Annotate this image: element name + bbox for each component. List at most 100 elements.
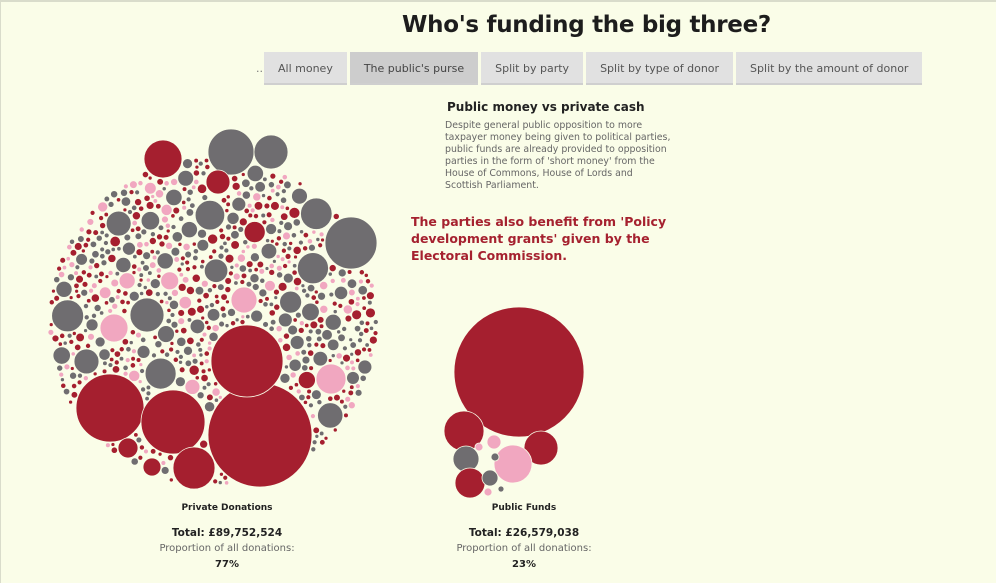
donation-bubble[interactable] bbox=[320, 237, 325, 243]
donation-bubble[interactable] bbox=[347, 389, 355, 397]
donation-bubble[interactable] bbox=[364, 278, 371, 285]
donation-bubble[interactable] bbox=[138, 277, 144, 283]
donation-bubble[interactable] bbox=[343, 412, 349, 419]
donation-bubble[interactable] bbox=[339, 360, 345, 366]
donation-bubble[interactable] bbox=[182, 242, 191, 252]
donation-bubble[interactable] bbox=[195, 341, 202, 348]
donation-bubble[interactable] bbox=[122, 183, 129, 190]
donation-bubble[interactable] bbox=[92, 371, 98, 377]
donation-bubble[interactable] bbox=[166, 295, 173, 302]
donation-bubble[interactable] bbox=[156, 178, 164, 186]
donation-bubble[interactable] bbox=[68, 399, 74, 405]
donation-bubble[interactable] bbox=[224, 323, 230, 329]
donation-bubble[interactable] bbox=[129, 362, 137, 369]
donation-bubble[interactable] bbox=[157, 451, 163, 457]
donation-bubble[interactable] bbox=[316, 399, 323, 406]
donation-bubble[interactable] bbox=[177, 317, 186, 326]
donation-bubble[interactable] bbox=[205, 324, 212, 331]
donation-bubble[interactable] bbox=[283, 221, 293, 232]
donation-bubble[interactable] bbox=[294, 285, 300, 292]
donation-bubble[interactable] bbox=[135, 436, 143, 444]
donation-bubble[interactable] bbox=[110, 190, 119, 199]
donation-bubble[interactable] bbox=[328, 291, 335, 298]
donation-bubble[interactable] bbox=[97, 201, 109, 213]
donation-bubble[interactable] bbox=[183, 345, 193, 356]
donation-bubble[interactable] bbox=[366, 347, 373, 353]
donation-bubble[interactable] bbox=[111, 302, 119, 310]
donation-bubble[interactable] bbox=[337, 302, 344, 309]
donation-bubble[interactable] bbox=[85, 228, 93, 236]
donation-bubble[interactable] bbox=[319, 342, 327, 350]
donation-bubble[interactable] bbox=[83, 328, 88, 334]
donation-bubble[interactable] bbox=[140, 228, 148, 236]
donation-bubble[interactable] bbox=[355, 295, 361, 302]
donation-bubble[interactable] bbox=[173, 256, 180, 263]
donation-bubble[interactable] bbox=[284, 252, 292, 260]
donation-bubble[interactable] bbox=[103, 300, 110, 306]
donation-bubble[interactable] bbox=[312, 350, 329, 367]
donation-bubble[interactable] bbox=[136, 282, 143, 288]
donation-bubble[interactable] bbox=[137, 379, 143, 385]
donation-bubble[interactable] bbox=[92, 229, 100, 236]
donation-bubble[interactable] bbox=[122, 290, 129, 297]
donation-bubble[interactable] bbox=[227, 270, 234, 277]
donation-bubble[interactable] bbox=[292, 276, 303, 287]
donation-bubble[interactable] bbox=[269, 216, 276, 223]
donation-bubble[interactable] bbox=[177, 309, 186, 317]
donation-bubble[interactable] bbox=[236, 253, 246, 263]
donation-bubble[interactable] bbox=[194, 200, 226, 231]
donation-bubble[interactable] bbox=[184, 250, 193, 259]
donation-bubble[interactable] bbox=[98, 286, 112, 299]
donation-bubble[interactable] bbox=[119, 298, 126, 306]
donation-bubble[interactable] bbox=[203, 258, 229, 283]
donation-bubble[interactable] bbox=[144, 181, 157, 195]
donation-bubble[interactable] bbox=[74, 288, 80, 294]
donation-bubble[interactable] bbox=[294, 350, 301, 357]
funding-bubble[interactable] bbox=[486, 434, 502, 450]
donation-bubble[interactable] bbox=[74, 264, 81, 271]
donation-bubble[interactable] bbox=[118, 356, 125, 362]
donation-bubble[interactable] bbox=[211, 248, 218, 255]
donation-bubble[interactable] bbox=[225, 194, 231, 200]
donation-bubble[interactable] bbox=[60, 382, 67, 389]
donation-bubble[interactable] bbox=[253, 266, 259, 273]
donation-bubble[interactable] bbox=[300, 283, 306, 289]
donation-bubble[interactable] bbox=[308, 365, 314, 372]
donation-bubble[interactable] bbox=[86, 298, 92, 304]
donation-bubble[interactable] bbox=[358, 330, 365, 337]
donation-bubble[interactable] bbox=[110, 278, 120, 288]
donation-bubble[interactable] bbox=[306, 342, 313, 349]
donation-bubble[interactable] bbox=[177, 282, 187, 292]
donation-bubble[interactable] bbox=[365, 307, 376, 319]
donation-bubble[interactable] bbox=[145, 288, 154, 297]
donation-bubble[interactable] bbox=[186, 317, 193, 323]
donation-bubble[interactable] bbox=[170, 224, 177, 230]
donation-bubble[interactable] bbox=[70, 351, 76, 357]
donation-bubble[interactable] bbox=[73, 282, 80, 290]
donation-bubble[interactable] bbox=[217, 394, 223, 400]
donation-bubble[interactable] bbox=[218, 471, 224, 477]
donation-bubble[interactable] bbox=[245, 260, 254, 269]
donation-bubble[interactable] bbox=[247, 267, 253, 274]
donation-bubble[interactable] bbox=[300, 348, 308, 356]
donation-bubble[interactable] bbox=[184, 259, 191, 266]
donation-bubble[interactable] bbox=[337, 268, 347, 278]
donation-bubble[interactable] bbox=[115, 197, 122, 203]
donation-bubble[interactable] bbox=[191, 264, 198, 271]
donation-bubble[interactable] bbox=[131, 211, 141, 221]
donation-bubble[interactable] bbox=[75, 293, 82, 299]
donation-bubble[interactable] bbox=[232, 272, 241, 281]
donation-bubble[interactable] bbox=[194, 375, 200, 381]
donation-bubble[interactable] bbox=[298, 239, 304, 246]
donation-bubble[interactable] bbox=[134, 232, 143, 241]
donation-bubble[interactable] bbox=[174, 349, 181, 355]
donation-bubble[interactable] bbox=[240, 314, 246, 320]
donation-bubble[interactable] bbox=[367, 299, 373, 306]
donation-bubble[interactable] bbox=[176, 266, 183, 273]
donation-bubble[interactable] bbox=[137, 454, 144, 461]
donation-bubble[interactable] bbox=[213, 293, 220, 300]
donation-bubble[interactable] bbox=[147, 175, 153, 181]
donation-bubble[interactable] bbox=[225, 235, 232, 242]
donation-bubble[interactable] bbox=[202, 291, 210, 300]
donation-bubble[interactable] bbox=[292, 317, 298, 323]
